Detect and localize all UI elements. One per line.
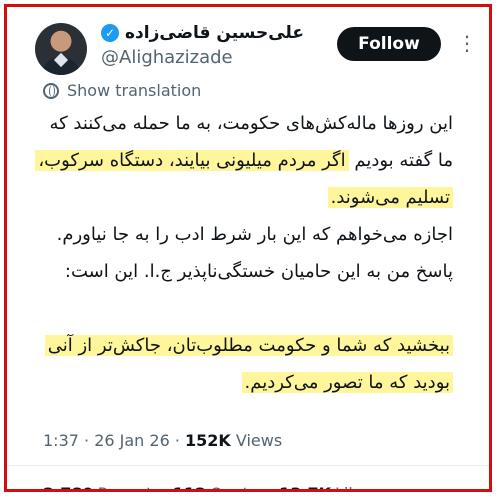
reposts-count: 2.789 — [43, 484, 94, 489]
tweet-frame: ✓ علی‌حسین قاضی‌زاده @Alighazizade Follo… — [4, 4, 492, 492]
globe-icon — [43, 82, 59, 99]
tweet-line-5: پاسخ من به این حامیان خستگی‌ناپذیر ج.ا. … — [41, 253, 453, 290]
author-handle[interactable]: @Alighazizade — [101, 47, 233, 68]
divider — [7, 465, 489, 466]
reposts-stat[interactable]: 2.789 Reposts — [43, 484, 161, 489]
show-translation[interactable]: Show translation — [43, 81, 201, 100]
tweet-line-1: این روزها ماله‌کش‌های حکومت، به ما حمله … — [41, 105, 453, 142]
tweet-text: ما گفته بودیم — [348, 150, 453, 171]
avatar[interactable] — [35, 23, 87, 75]
likes-label: Likes — [335, 484, 375, 489]
author-name-row[interactable]: ✓ علی‌حسین قاضی‌زاده — [101, 23, 304, 43]
views-count: 152K — [185, 431, 231, 450]
timestamp[interactable]: 1:37 · 26 Jan 26 · — [43, 431, 185, 450]
tweet-body: این روزها ماله‌کش‌های حکومت، به ما حمله … — [35, 105, 453, 401]
tweet-meta: 1:37 · 26 Jan 26 · 152K Views — [43, 431, 282, 450]
engagement-stats: 2.789 Reposts 112 Quotes 13,7K Likes — [43, 484, 375, 489]
tweet-line-3: تسلیم می‌شوند. — [41, 179, 453, 216]
display-name[interactable]: علی‌حسین قاضی‌زاده — [125, 23, 304, 43]
quotes-count: 112 — [173, 484, 206, 489]
tweet-text: اجازه می‌خواهم که این بار شرط ادب را به … — [56, 224, 453, 245]
tweet-line-2: ما گفته بودیم اگر مردم میلیونی بیایند، د… — [35, 142, 453, 179]
tweet-card: ✓ علی‌حسین قاضی‌زاده @Alighazizade Follo… — [7, 7, 489, 489]
tweet-line-7: بودید که ما تصور می‌کردیم. — [41, 364, 453, 401]
verified-check-icon: ✓ — [101, 24, 119, 42]
tweet-line-4: اجازه می‌خواهم که این بار شرط ادب را به … — [41, 216, 453, 253]
quotes-label: Quotes — [210, 484, 267, 489]
likes-count: 13,7K — [279, 484, 331, 489]
quotes-stat[interactable]: 112 Quotes — [173, 484, 267, 489]
tweet-line-6: ببخشید که شما و حکومت مطلوب‌تان، جاکش‌تر… — [41, 327, 453, 364]
highlighted-text: ببخشید که شما و حکومت مطلوب‌تان، جاکش‌تر… — [44, 335, 453, 356]
likes-stat[interactable]: 13,7K Likes — [279, 484, 375, 489]
views-label: Views — [230, 431, 283, 450]
more-icon[interactable]: ⋮ — [457, 33, 477, 53]
tweet-text: پاسخ من به این حامیان خستگی‌ناپذیر ج.ا. … — [64, 261, 453, 282]
tweet-text: این روزها ماله‌کش‌های حکومت، به ما حمله … — [49, 113, 453, 134]
highlighted-text: بودید که ما تصور می‌کردیم. — [241, 372, 453, 393]
highlighted-text: اگر مردم میلیونی بیایند، دستگاه سرکوب، — [35, 150, 349, 171]
follow-button[interactable]: Follow — [337, 27, 441, 61]
highlighted-text: تسلیم می‌شوند. — [327, 187, 453, 208]
show-translation-label[interactable]: Show translation — [67, 81, 201, 100]
reposts-label: Reposts — [98, 484, 161, 489]
